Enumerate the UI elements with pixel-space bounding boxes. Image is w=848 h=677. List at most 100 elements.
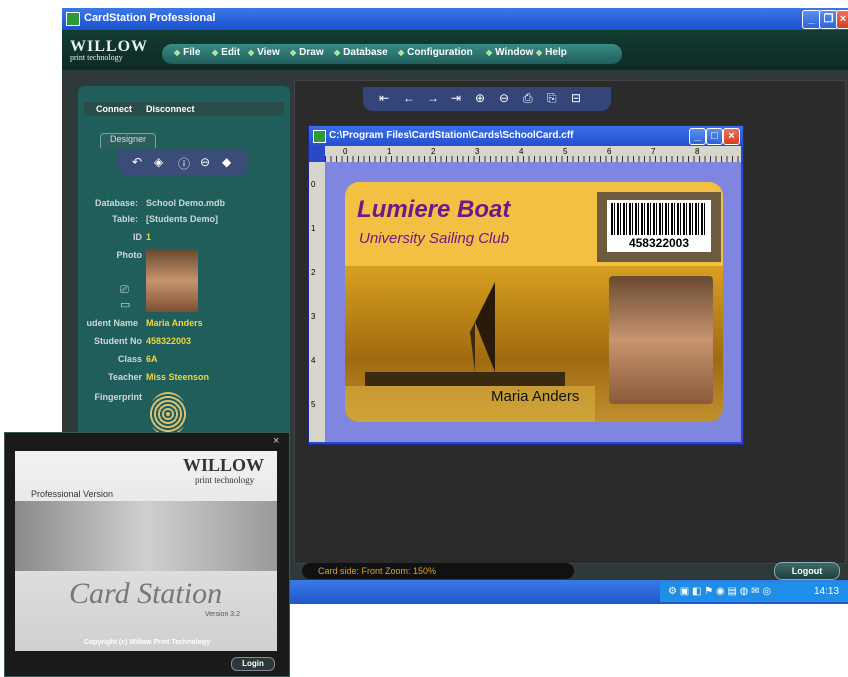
photo-label: Photo xyxy=(116,250,143,260)
window-title: CardStation Professional xyxy=(84,12,216,24)
ruler-v-0: 0 xyxy=(311,180,316,189)
teacher-value: Miss Steenson xyxy=(146,372,210,382)
system-tray: ⚙ ▣ ◧ ⚑ ◉ ▤ ◍ ✉ ◎ 14:13 xyxy=(660,582,848,602)
doc-minimize-button[interactable]: _ xyxy=(689,128,706,145)
fingerprint-label: Fingerprint xyxy=(94,392,143,402)
splash-panel: WILLOW print technology Professional Ver… xyxy=(15,451,277,651)
next-icon[interactable]: → xyxy=(427,91,439,105)
menu-edit[interactable]: ◆ Edit xyxy=(212,47,240,58)
minus-icon[interactable]: ⊖ xyxy=(200,155,210,169)
ruler-h-0: 0 xyxy=(343,147,348,156)
canvas-toolbar: ⇤ ← → ⇥ ⊕ ⊖ ⎙ ⎘ ⊟ xyxy=(363,87,611,111)
id-value: 1 xyxy=(146,232,152,242)
document-window: C:\Program Files\CardStation\Cards\Schoo… xyxy=(308,125,744,445)
doc-close-button[interactable]: × xyxy=(723,128,740,145)
undo-icon[interactable]: ↶ xyxy=(132,155,142,169)
vertical-ruler: 0 1 2 3 4 5 xyxy=(309,162,325,442)
ruler-v-3: 3 xyxy=(311,312,316,321)
first-icon[interactable]: ⇤ xyxy=(379,91,389,105)
title-bar: CardStation Professional _ ❐ × xyxy=(62,8,848,30)
card-title: Lumiere Boat xyxy=(357,196,511,223)
tray-icons[interactable]: ⚙ ▣ ◧ ⚑ ◉ ▤ ◍ ✉ ◎ xyxy=(668,586,771,597)
barcode: 458322003 xyxy=(607,200,711,252)
ruler-v-5: 5 xyxy=(311,400,316,409)
last-icon[interactable]: ⇥ xyxy=(451,91,461,105)
student-name-value: Maria Anders xyxy=(146,318,203,328)
zoom-out-icon[interactable]: ⊖ xyxy=(499,91,509,105)
ruler-h-8: 8 xyxy=(695,147,700,156)
doc-maximize-button[interactable]: □ xyxy=(706,128,723,145)
menu-view[interactable]: ◆ View xyxy=(248,47,280,58)
app-icon xyxy=(66,12,80,26)
menu-window[interactable]: ◆ Window xyxy=(486,47,533,58)
zoom-in-icon[interactable]: ⊕ xyxy=(475,91,485,105)
splash-copyright: Copyright (c) Willow Print Technology xyxy=(83,639,211,646)
splash-brand: WILLOW xyxy=(183,455,265,475)
close-button[interactable]: × xyxy=(836,10,848,29)
disconnect-button[interactable]: Disconnect xyxy=(146,104,195,114)
ruler-h-4: 4 xyxy=(519,147,524,156)
connect-button[interactable]: Connect xyxy=(96,104,132,114)
tray-clock: 14:13 xyxy=(814,586,840,597)
login-button[interactable]: Login xyxy=(231,657,275,671)
card-photo xyxy=(609,276,713,404)
card-canvas: Lumiere Boat University Sailing Club 458… xyxy=(325,162,741,442)
brush-icon[interactable]: ◆ xyxy=(222,155,231,169)
student-no-value: 458322003 xyxy=(146,336,192,346)
menu-file[interactable]: ◆ File xyxy=(174,47,200,58)
ruler-h-5: 5 xyxy=(563,147,568,156)
status-text: Card side: Front Zoom: 150% xyxy=(318,566,437,576)
willow-logo: WILLOW print technology xyxy=(70,38,148,62)
database-value: School Demo.mdb xyxy=(146,198,226,208)
tab-designer[interactable]: Designer xyxy=(100,133,156,148)
id-card[interactable]: Lumiere Boat University Sailing Club 458… xyxy=(345,182,723,422)
splash-product: Card Station xyxy=(69,577,223,610)
student-no-label: Student No xyxy=(94,336,142,346)
splash-version: Version 3.2 xyxy=(205,611,241,618)
ruler-h-7: 7 xyxy=(651,147,656,156)
splash-edition: Professional Version xyxy=(31,489,114,499)
document-title-bar: C:\Program Files\CardStation\Cards\Schoo… xyxy=(309,126,743,146)
minus-icon[interactable]: ⊟ xyxy=(571,91,581,105)
card-subtitle: University Sailing Club xyxy=(359,230,510,247)
table-label: Table: xyxy=(112,214,138,224)
student-photo xyxy=(146,250,198,312)
id-label: ID xyxy=(133,232,142,242)
menu-strip: ◆ File ◆ Edit ◆ View ◆ Draw ◆ Database ◆ Confi… xyxy=(162,44,622,64)
splash-close-button[interactable]: × xyxy=(273,435,279,447)
teacher-label: Teacher xyxy=(108,372,142,382)
student-name-label: udent Name xyxy=(86,318,138,328)
photo-open-icon[interactable]: ▭ xyxy=(120,298,130,311)
logout-button[interactable]: Logout xyxy=(774,562,840,580)
designer-toolbar: ↶ ◈ ⓘ ⊖ ◆ xyxy=(118,150,248,176)
layers-icon[interactable]: ◈ xyxy=(154,155,163,169)
print-icon[interactable]: ⎙ xyxy=(523,91,533,106)
ruler-v-2: 2 xyxy=(311,268,316,277)
menu-bar: WILLOW print technology ◆ File ◆ Edit ◆ Vie… xyxy=(62,30,848,70)
document-title: C:\Program Files\CardStation\Cards\Schoo… xyxy=(329,130,574,141)
status-bar: Card side: Front Zoom: 150% xyxy=(302,563,574,579)
ruler-h-6: 6 xyxy=(607,147,612,156)
help-icon[interactable]: ⓘ xyxy=(178,155,190,172)
ruler-h-1: 1 xyxy=(387,147,392,156)
card-name: Maria Anders xyxy=(491,388,580,405)
table-value: [Students Demo] xyxy=(146,214,218,224)
connection-bar: Connect Disconnect xyxy=(84,102,284,116)
class-label: Class xyxy=(117,354,142,364)
horizontal-ruler: 0 1 2 3 4 5 6 7 8 xyxy=(325,146,741,162)
menu-configuration[interactable]: ◆ Configuration xyxy=(398,47,473,58)
splash-photo xyxy=(15,501,277,571)
fingerprint-image xyxy=(150,392,186,436)
class-value: 6A xyxy=(146,354,158,364)
barcode-number: 458322003 xyxy=(628,236,690,250)
menu-draw[interactable]: ◆ Draw xyxy=(290,47,324,58)
photo-capture-icon[interactable]: ⎚ xyxy=(120,284,129,297)
menu-help[interactable]: ◆ Help xyxy=(536,47,567,58)
database-label: Database: xyxy=(94,198,138,208)
left-panel: Connect Disconnect Designer ↶ ◈ ⓘ ⊖ ◆ Da… xyxy=(78,86,290,438)
menu-database[interactable]: ◆ Database xyxy=(334,47,388,58)
prev-icon[interactable]: ← xyxy=(403,91,415,105)
barcode-area: 458322003 xyxy=(597,192,721,262)
splash-sub: print technology xyxy=(195,475,255,485)
print-setup-icon[interactable]: ⎘ xyxy=(547,91,557,106)
